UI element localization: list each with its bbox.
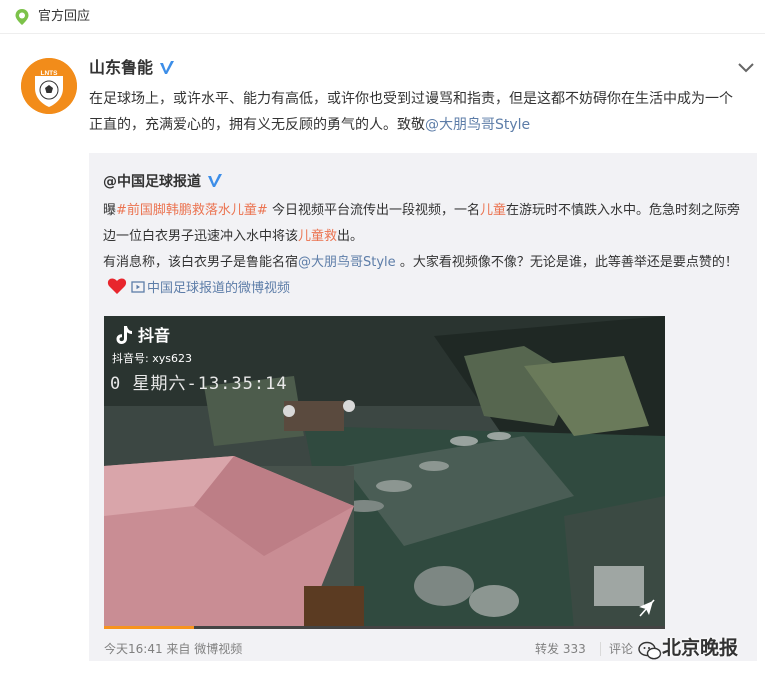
- text-segment: 今日视频平台流传出一段视频，一名: [271, 203, 480, 218]
- post-body: 在足球场上，或许水平、能力有高低，或许你也受到过谩骂和指责，但是这都不妨碍你在生…: [89, 91, 733, 133]
- video-link[interactable]: 中国足球报道的微博视频: [131, 281, 290, 296]
- avatar[interactable]: LNTS: [21, 58, 77, 114]
- text-segment: 曝: [103, 203, 117, 218]
- watermark-text: 北京晚报: [662, 637, 739, 659]
- mention-link[interactable]: @大朋鸟哥Style: [425, 117, 530, 133]
- footer-divider: [600, 642, 601, 656]
- post-text: 在足球场上，或许水平、能力有高低，或许你也受到过谩骂和指责，但是这都不妨碍你在生…: [89, 86, 739, 138]
- cctv-timestamp: 0 星期六-13:35:14: [110, 374, 288, 394]
- repost-author[interactable]: @中国足球报道: [103, 173, 223, 191]
- top-bar: 官方回应: [0, 0, 765, 34]
- mute-icon[interactable]: [636, 597, 658, 619]
- verified-icon: [160, 61, 175, 74]
- tiktok-logo-icon: [116, 326, 132, 344]
- location-pin-icon: [15, 9, 29, 25]
- post-time-source[interactable]: 今天16:41 来自 微博视频: [104, 642, 242, 656]
- topic-link[interactable]: #前国脚韩鹏救落水儿童#: [116, 203, 268, 218]
- video-play-icon: [131, 281, 145, 293]
- svg-text:LNTS: LNTS: [41, 70, 59, 77]
- author-name[interactable]: 山东鲁能: [89, 58, 153, 77]
- post-author[interactable]: 山东鲁能: [89, 58, 175, 78]
- text-segment: 有消息称，该白衣男子是鲁能名宿: [103, 255, 299, 270]
- keyword-highlight[interactable]: 儿童: [480, 203, 506, 218]
- text-segment: 出。: [337, 229, 364, 244]
- club-logo-icon: LNTS: [21, 58, 77, 114]
- repost-text: 曝#前国脚韩鹏救落水儿童# 今日视频平台流传出一段视频，一名儿童在游玩时不慎跌入…: [103, 198, 743, 302]
- keyword-highlight[interactable]: 儿童救: [298, 229, 337, 244]
- verified-icon: [208, 174, 222, 187]
- repost-count[interactable]: 转发 333: [535, 642, 586, 656]
- repost-author-name[interactable]: @中国足球报道: [103, 174, 201, 190]
- wechat-icon: [638, 641, 662, 660]
- tiktok-account-id: 抖音号: xys623: [112, 352, 192, 365]
- video-progress-fill: [104, 626, 194, 629]
- heart-icon: [107, 278, 127, 294]
- mention-link[interactable]: @大朋鸟哥Style: [298, 255, 396, 270]
- chevron-down-icon[interactable]: [737, 62, 755, 74]
- video-link-text[interactable]: 中国足球报道的微博视频: [147, 281, 290, 296]
- header-label: 官方回应: [38, 9, 91, 24]
- comment-button[interactable]: 评论: [609, 642, 633, 656]
- tiktok-app-name: 抖音: [138, 326, 171, 345]
- text-segment: 。大家看视频像不像？无论是谁，此等善举还是要点赞的！: [399, 255, 738, 270]
